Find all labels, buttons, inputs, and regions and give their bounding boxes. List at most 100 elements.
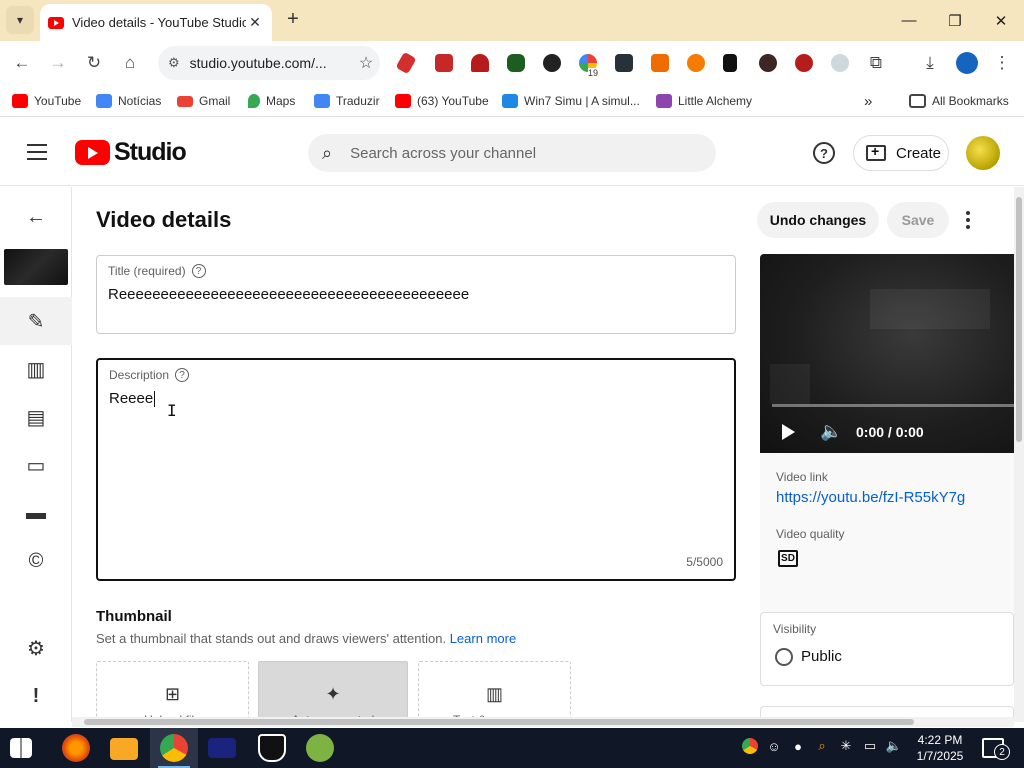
video-link[interactable]: https://youtu.be/fzI-R55kY7g: [776, 489, 965, 506]
desktop-app-icon[interactable]: [208, 738, 236, 758]
tab-close-icon[interactable]: ✕: [246, 14, 264, 31]
all-bookmarks-folder[interactable]: All Bookmarks: [909, 92, 1009, 110]
extension-ball-icon[interactable]: [795, 54, 813, 72]
file-explorer-icon[interactable]: [110, 738, 138, 760]
nav-subtitles-icon[interactable]: ▬: [22, 499, 50, 527]
feedback-icon[interactable]: !: [22, 682, 50, 710]
extension-circle-icon[interactable]: [687, 54, 705, 72]
firefox-icon[interactable]: [62, 734, 90, 762]
nav-comments-icon[interactable]: ▭: [22, 451, 50, 479]
title-field[interactable]: Title (required) ? Reeeeeeeeeeeeeeeeeeee…: [96, 255, 736, 334]
address-bar[interactable]: ⚙ studio.youtube.com/... ☆: [158, 46, 380, 80]
title-help-icon[interactable]: ?: [191, 264, 206, 278]
horizontal-scrollbar[interactable]: [72, 717, 1014, 727]
forward-arrow-icon[interactable]: →: [44, 49, 72, 77]
save-button[interactable]: Save: [887, 202, 949, 238]
volume-icon[interactable]: 🔈: [820, 421, 842, 442]
back-arrow-icon[interactable]: ←: [8, 49, 36, 77]
tray-drop-icon[interactable]: ●: [790, 738, 806, 754]
bookmark-star-icon[interactable]: ☆: [352, 53, 380, 73]
avatar[interactable]: [966, 136, 1000, 170]
play-icon[interactable]: [782, 424, 795, 440]
description-input[interactable]: Reeee: [109, 390, 156, 408]
download-icon[interactable]: ⤓: [916, 49, 944, 77]
browser-menu-icon[interactable]: ⋮: [988, 49, 1016, 77]
tray-volume-icon[interactable]: 🔈: [886, 738, 902, 754]
tab-search-chevron-icon[interactable]: ▾: [6, 6, 34, 34]
browser-toolbar: ← → ↻ ⌂ ⚙ studio.youtube.com/... ☆ 19 ⧉ …: [0, 41, 1024, 85]
auto-generated-thumbnail-button[interactable]: ✦ Auto-generated: [258, 661, 408, 727]
search-icon: ⌕: [322, 142, 333, 163]
test-compare-thumbnail-button[interactable]: ▥ Test & compare: [418, 661, 571, 727]
site-info-icon[interactable]: ⚙: [168, 55, 180, 71]
tray-chrome-icon[interactable]: [742, 738, 758, 754]
video-player[interactable]: 🔈 0:00 / 0:00: [760, 254, 1014, 453]
bookmark-noticias[interactable]: Notícias: [96, 92, 161, 110]
vertical-scrollbar[interactable]: [1014, 187, 1024, 722]
extensions-puzzle-icon[interactable]: ⧉: [862, 49, 890, 77]
back-arrow-icon[interactable]: ←: [22, 203, 50, 231]
minimize-icon[interactable]: —: [886, 0, 932, 41]
tray-people-icon[interactable]: ☺: [766, 738, 782, 754]
extension-android-icon[interactable]: [507, 54, 525, 72]
security-shield-icon[interactable]: [258, 734, 286, 762]
description-label-text: Description: [109, 368, 170, 382]
youtube-studio-logo[interactable]: Studio: [75, 138, 187, 167]
profile-icon[interactable]: [956, 52, 978, 74]
nav-editor-clapper-icon[interactable]: ▤: [22, 403, 50, 431]
taskbar-clock[interactable]: 4:22 PM 1/7/2025: [912, 732, 968, 764]
bookmark-maps[interactable]: Maps: [248, 92, 295, 110]
extension-red-icon[interactable]: [435, 54, 453, 72]
browser-tab[interactable]: Video details - YouTube Studio ✕: [40, 4, 272, 41]
bookmark-traduzir[interactable]: Traduzir: [314, 92, 380, 110]
learn-more-link[interactable]: Learn more: [450, 631, 516, 646]
tray-star-icon[interactable]: ✳: [838, 738, 854, 754]
bookmark-youtube-63[interactable]: (63) YouTube: [395, 92, 489, 110]
settings-gear-icon[interactable]: ⚙: [22, 634, 50, 662]
channel-search-input[interactable]: ⌕ Search across your channel: [308, 134, 716, 172]
chrome-icon[interactable]: [160, 734, 188, 762]
upload-thumbnail-button[interactable]: ⊞ Upload file: [96, 661, 249, 727]
extension-cup-icon[interactable]: [723, 54, 737, 72]
video-progress-bar[interactable]: [772, 404, 1014, 407]
extension-orange-icon[interactable]: [651, 54, 669, 72]
nav-details-pencil-icon[interactable]: ✎: [22, 307, 50, 335]
green-app-icon[interactable]: [306, 734, 334, 762]
bookmark-win7-simu[interactable]: Win7 Simu | A simul...: [502, 92, 640, 110]
video-frame-shape: [770, 364, 810, 404]
extension-hand-icon[interactable]: [471, 54, 489, 72]
new-tab-plus-icon[interactable]: +: [282, 8, 304, 30]
tray-search-icon[interactable]: ⌕: [814, 738, 830, 754]
nav-copyright-icon[interactable]: ©: [22, 547, 50, 575]
bookmark-youtube[interactable]: YouTube: [12, 92, 81, 110]
nav-analytics-icon[interactable]: ▥: [22, 355, 50, 383]
windows-start-icon[interactable]: [10, 738, 32, 758]
extension-pen-icon[interactable]: [395, 51, 417, 75]
hamburger-menu-icon[interactable]: [27, 144, 47, 160]
extension-globe-icon[interactable]: [831, 54, 849, 72]
reload-icon[interactable]: ↻: [80, 49, 108, 77]
description-field[interactable]: Description ? Reeee 5/5000: [96, 358, 736, 581]
close-window-icon[interactable]: ✕: [978, 0, 1024, 41]
bookmark-label: Little Alchemy: [678, 94, 753, 108]
video-thumbnail-small[interactable]: [4, 249, 68, 285]
bookmark-gmail[interactable]: Gmail: [177, 92, 230, 110]
create-button[interactable]: Create: [853, 135, 949, 171]
extension-gear-icon[interactable]: [759, 54, 777, 72]
home-icon[interactable]: ⌂: [116, 49, 144, 77]
tray-network-icon[interactable]: ▭: [862, 738, 878, 754]
title-field-label: Title (required) ?: [108, 264, 206, 278]
extension-dark-icon[interactable]: [615, 54, 633, 72]
undo-changes-button[interactable]: Undo changes: [757, 202, 879, 238]
title-input[interactable]: Reeeeeeeeeeeeeeeeeeeeeeeeeeeeeeeeeeeeeee…: [108, 286, 469, 303]
visibility-card[interactable]: Visibility Public: [760, 612, 1014, 686]
extension-info-icon[interactable]: [543, 54, 561, 72]
description-help-icon[interactable]: ?: [175, 368, 190, 382]
vertical-scroll-thumb[interactable]: [1016, 197, 1022, 442]
horizontal-scroll-thumb[interactable]: [84, 719, 914, 725]
bookmark-little-alchemy[interactable]: Little Alchemy: [656, 92, 752, 110]
restore-icon[interactable]: ❐: [932, 0, 978, 41]
help-icon[interactable]: ?: [813, 142, 835, 164]
bookmarks-overflow-chevron-icon[interactable]: »: [864, 92, 872, 110]
more-options-icon[interactable]: [958, 208, 978, 232]
